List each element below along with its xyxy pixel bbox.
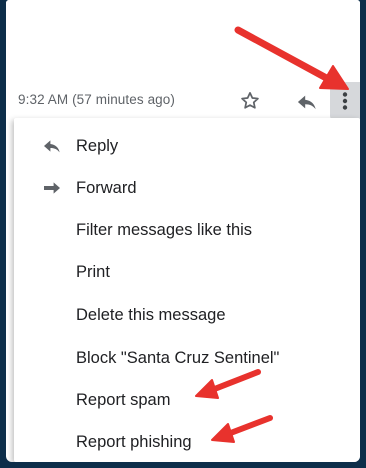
menu-item-reply[interactable]: Reply — [14, 126, 360, 166]
menu-item-label: Report phishing — [76, 432, 192, 451]
menu-item-filter-messages[interactable]: Filter messages like this — [14, 210, 360, 250]
email-window: 9:32 AM (57 minutes ago) Reply Forward F… — [6, 0, 360, 462]
menu-item-report-spam[interactable]: Report spam — [14, 380, 360, 420]
menu-item-label: Filter messages like this — [76, 220, 253, 239]
message-options-menu: Reply Forward Filter messages like this … — [14, 118, 360, 462]
email-timestamp: 9:32 AM (57 minutes ago) — [18, 92, 175, 107]
menu-item-label: Block "Santa Cruz Sentinel" — [76, 348, 280, 367]
reply-icon[interactable] — [296, 92, 318, 112]
menu-item-label: Print — [76, 262, 110, 281]
menu-item-forward[interactable]: Forward — [14, 168, 360, 208]
reply-icon — [42, 138, 62, 154]
menu-item-label: Report spam — [76, 390, 171, 409]
email-header: 9:32 AM (57 minutes ago) — [6, 0, 360, 120]
more-options-button[interactable] — [330, 82, 360, 120]
menu-item-label: Delete this message — [76, 305, 226, 324]
menu-item-label: Reply — [76, 136, 119, 155]
menu-item-report-phishing[interactable]: Report phishing — [14, 422, 360, 462]
menu-item-block-sender[interactable]: Block "Santa Cruz Sentinel" — [14, 338, 360, 378]
more-vert-icon — [342, 92, 348, 110]
menu-item-delete[interactable]: Delete this message — [14, 295, 360, 335]
menu-item-print[interactable]: Print — [14, 252, 360, 292]
star-icon[interactable] — [239, 90, 261, 112]
menu-item-label: Forward — [76, 178, 137, 197]
forward-icon — [42, 180, 62, 196]
